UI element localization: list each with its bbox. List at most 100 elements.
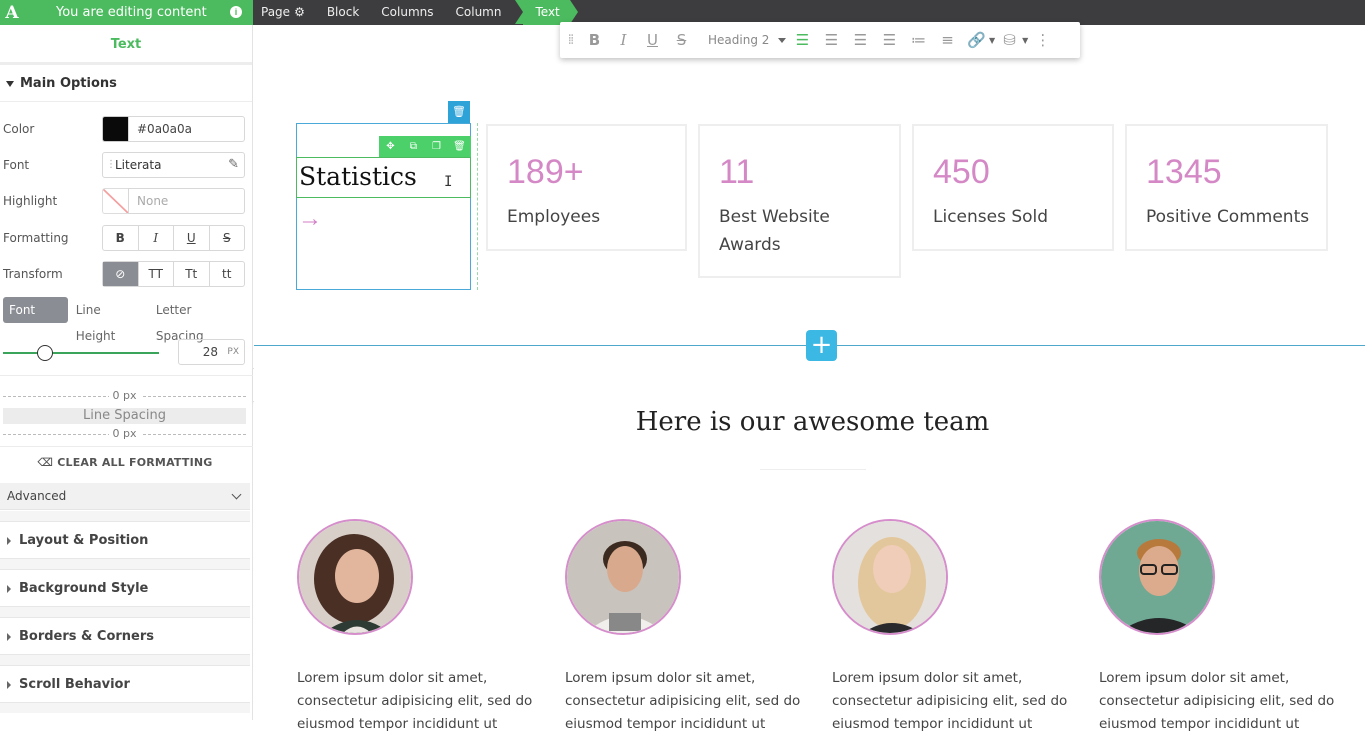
stat-number: 189+ bbox=[507, 153, 584, 191]
transform-uppercase-button[interactable]: TT bbox=[139, 262, 174, 286]
font-size-slider-handle[interactable] bbox=[37, 345, 54, 361]
stat-card[interactable]: 450 Licenses Sold bbox=[912, 124, 1114, 251]
info-icon[interactable]: i bbox=[230, 6, 242, 18]
line-spacing-control[interactable]: 0 px Line Spacing 0 px bbox=[3, 389, 246, 441]
caret-down-icon bbox=[6, 80, 14, 87]
avatar[interactable] bbox=[1099, 519, 1215, 635]
page-canvas: ⁞⁞ B I U S Heading 2 ☰ ☰ ☰ ☰ ≔ ≡ 🔗 ▼ ⛁ ▼ ⋮… bbox=[254, 22, 1365, 732]
divider bbox=[0, 375, 253, 376]
breadcrumb-column[interactable]: Column bbox=[448, 0, 516, 25]
highlight-swatch[interactable] bbox=[102, 188, 128, 214]
numbered-list-icon[interactable]: ≡ bbox=[933, 31, 962, 49]
font-size-input[interactable]: 28 PX bbox=[178, 339, 245, 365]
align-left-icon[interactable]: ☰ bbox=[788, 31, 817, 49]
align-justify-icon[interactable]: ☰ bbox=[875, 31, 904, 49]
transform-row: Transform ⊘ TT Tt tt bbox=[0, 261, 250, 287]
divider bbox=[0, 446, 253, 447]
move-icon[interactable]: ✥ bbox=[379, 136, 402, 157]
main-options-header[interactable]: Main Options bbox=[0, 65, 252, 102]
member-bio: Lorem ipsum dolor sit amet, consectetur … bbox=[297, 670, 533, 732]
team-heading-rule bbox=[760, 469, 866, 470]
statistics-heading[interactable]: Statistics bbox=[299, 162, 417, 191]
accordion-borders-corners[interactable]: Borders & Corners bbox=[0, 617, 250, 655]
stat-card[interactable]: 1345 Positive Comments bbox=[1125, 124, 1328, 251]
font-size-unit[interactable]: PX bbox=[227, 340, 239, 364]
stat-label: Best Website Awards bbox=[719, 207, 830, 255]
transform-none-button[interactable]: ⊘ bbox=[103, 262, 139, 286]
avatar-image bbox=[567, 521, 679, 633]
align-center-icon[interactable]: ☰ bbox=[817, 31, 846, 49]
arrow-right-icon[interactable]: → bbox=[298, 205, 322, 233]
italic-icon[interactable]: I bbox=[609, 31, 638, 49]
bold-icon[interactable]: B bbox=[580, 31, 609, 49]
more-options-icon[interactable]: ⋮ bbox=[1028, 31, 1057, 49]
add-block-button[interactable]: + bbox=[806, 330, 837, 361]
avatar[interactable] bbox=[297, 519, 413, 635]
tab-line-height[interactable]: Line Height bbox=[70, 297, 148, 343]
team-member: Lorem ipsum dolor sit amet, consectetur … bbox=[297, 519, 532, 732]
transform-capitalize-button[interactable]: Tt bbox=[174, 262, 210, 286]
tab-letter-spacing[interactable]: Letter Spacing bbox=[150, 297, 246, 343]
caret-right-icon bbox=[7, 632, 11, 641]
underline-button[interactable]: U bbox=[174, 226, 210, 250]
bold-button[interactable]: B bbox=[103, 226, 139, 250]
clear-formatting-button[interactable]: ⌫ CLEAR ALL FORMATTING bbox=[0, 456, 250, 469]
stat-card[interactable]: 189+ Employees bbox=[486, 124, 687, 251]
formatting-label: Formatting bbox=[3, 231, 69, 245]
team-member: Lorem ipsum dolor sit amet, consectetur … bbox=[832, 519, 1067, 732]
team-member: Lorem ipsum dolor sit amet, consectetur … bbox=[565, 519, 800, 732]
spacing-bottom-value[interactable]: 0 px bbox=[108, 427, 141, 440]
underline-icon[interactable]: U bbox=[638, 31, 667, 49]
transform-lowercase-button[interactable]: tt bbox=[210, 262, 245, 286]
size-tabs: Font Size Line Height Letter Spacing bbox=[3, 297, 248, 343]
brand-logo-icon[interactable]: A bbox=[1, 3, 23, 23]
align-right-icon[interactable]: ☰ bbox=[846, 31, 875, 49]
font-picker[interactable]: ⋮ Literata ✎ bbox=[102, 152, 245, 178]
stat-label: Employees bbox=[507, 207, 601, 227]
avatar[interactable] bbox=[565, 519, 681, 635]
column-guide bbox=[477, 123, 478, 290]
breadcrumb-columns[interactable]: Columns bbox=[373, 0, 447, 25]
link-icon[interactable]: 🔗 bbox=[962, 31, 991, 49]
accordion-background-style[interactable]: Background Style bbox=[0, 569, 250, 607]
caret-right-icon bbox=[7, 680, 11, 689]
pencil-icon[interactable]: ✎ bbox=[228, 153, 239, 177]
highlight-label: Highlight bbox=[3, 194, 58, 208]
database-icon[interactable]: ⛁ bbox=[995, 31, 1024, 49]
member-bio: Lorem ipsum dolor sit amet, consectetur … bbox=[832, 670, 1068, 732]
trash-icon[interactable]: 🗑 bbox=[448, 136, 471, 157]
stat-card[interactable]: 11 Best Website Awards bbox=[698, 124, 901, 278]
italic-button[interactable]: I bbox=[139, 226, 174, 250]
bullet-list-icon[interactable]: ≔ bbox=[904, 31, 933, 49]
font-size-slider[interactable] bbox=[3, 352, 159, 354]
spacing-top-value[interactable]: 0 px bbox=[108, 389, 141, 402]
highlight-input[interactable]: None bbox=[128, 188, 245, 214]
tab-font-size[interactable]: Font Size bbox=[3, 297, 68, 343]
chevron-down-icon bbox=[231, 489, 242, 500]
stat-number: 1345 bbox=[1146, 153, 1222, 191]
team-heading[interactable]: Here is our awesome team bbox=[254, 407, 1365, 437]
member-bio: Lorem ipsum dolor sit amet, consectetur … bbox=[1099, 670, 1335, 732]
breadcrumb-block[interactable]: Block bbox=[319, 0, 373, 25]
font-row: Font ⋮ Literata ✎ bbox=[0, 152, 250, 178]
gear-icon[interactable]: ⚙ bbox=[294, 5, 305, 19]
color-input[interactable]: #0a0a0a bbox=[128, 116, 245, 142]
accordion-layout-position[interactable]: Layout & Position bbox=[0, 521, 250, 559]
strikethrough-icon[interactable]: S bbox=[667, 31, 696, 49]
heading-select[interactable]: Heading 2 bbox=[696, 33, 788, 47]
font-size-value: 28 bbox=[202, 345, 218, 359]
strikethrough-button[interactable]: S bbox=[210, 226, 245, 250]
delete-column-icon[interactable]: 🗑 bbox=[448, 101, 470, 123]
breadcrumb-page[interactable]: Page ⚙ bbox=[253, 0, 319, 25]
duplicate-icon[interactable]: ⧉ bbox=[402, 136, 425, 157]
settings-sidebar: Text Main Options Color #0a0a0a Font ⋮ L… bbox=[0, 25, 253, 720]
advanced-dropdown[interactable]: Advanced bbox=[0, 483, 250, 510]
avatar[interactable] bbox=[832, 519, 948, 635]
font-value: Literata bbox=[115, 158, 162, 172]
drag-handle-icon[interactable]: ⁞⁞ bbox=[560, 32, 580, 48]
accordion-scroll-behavior[interactable]: Scroll Behavior bbox=[0, 665, 250, 703]
editing-banner: A You are editing content i bbox=[0, 0, 253, 25]
color-swatch[interactable] bbox=[102, 116, 128, 142]
copy-icon[interactable]: ❐ bbox=[425, 136, 448, 157]
stat-label: Positive Comments bbox=[1146, 207, 1310, 227]
